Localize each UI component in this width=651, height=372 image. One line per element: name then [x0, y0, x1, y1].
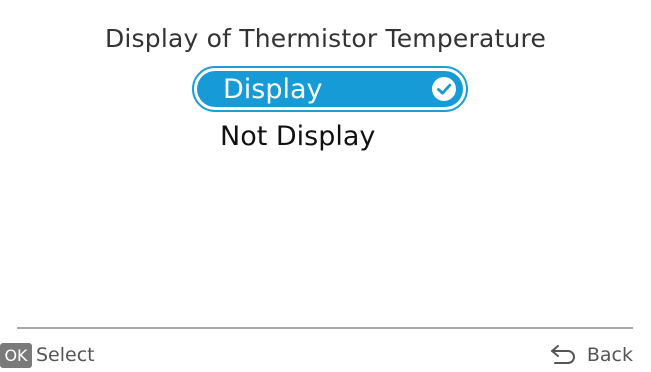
option-display-highlight: Display — [197, 71, 463, 107]
check-circle-icon — [432, 77, 456, 101]
back-arrow-icon — [550, 345, 575, 364]
back-label: Back — [586, 344, 633, 366]
option-display-label: Display — [223, 74, 323, 105]
option-not-display[interactable]: Not Display — [220, 121, 375, 152]
ok-select-hint[interactable]: OK Select — [0, 341, 95, 369]
back-button[interactable]: Back — [549, 341, 633, 369]
option-display[interactable]: Display — [192, 66, 468, 112]
footer-divider — [17, 327, 633, 329]
select-label: Select — [36, 344, 95, 366]
settings-screen: Display of Thermistor Temperature Displa… — [0, 0, 651, 372]
ok-button-badge: OK — [0, 342, 32, 368]
page-title: Display of Thermistor Temperature — [104, 24, 547, 53]
